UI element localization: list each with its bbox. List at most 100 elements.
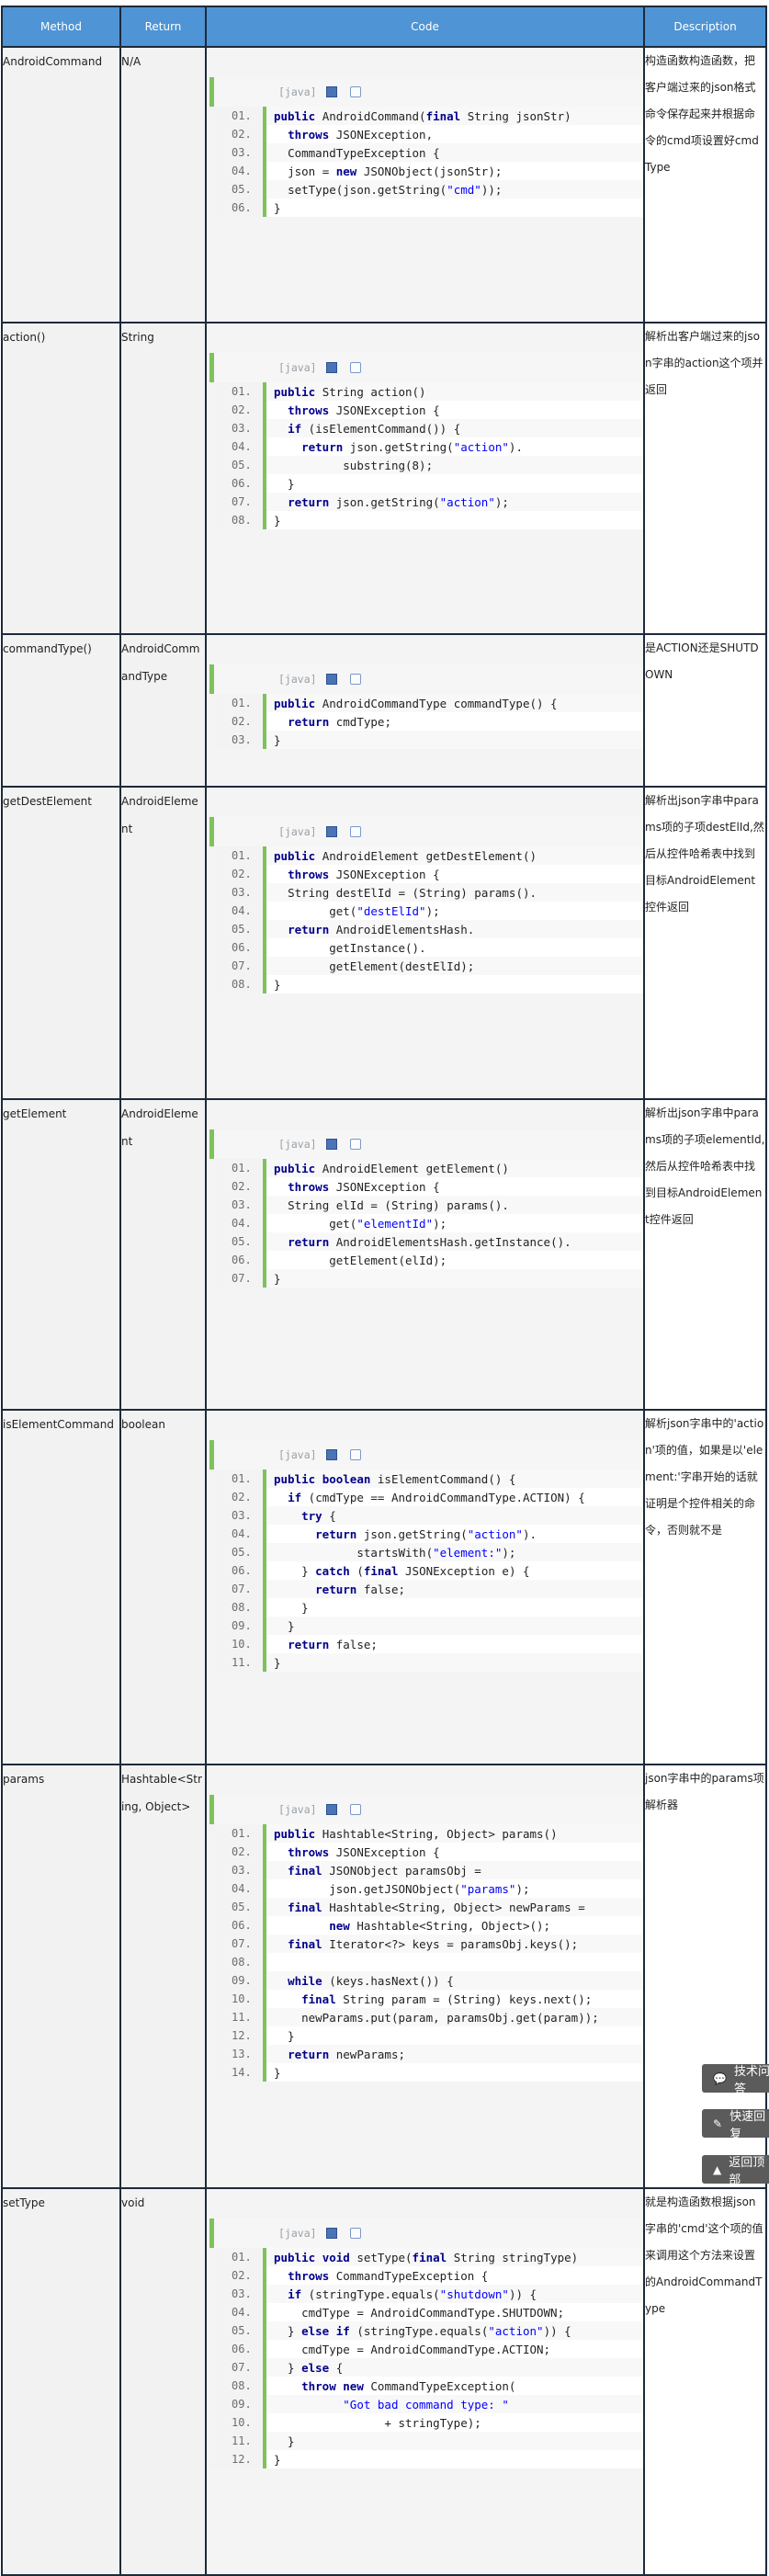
code-language-label: [java]: [278, 825, 317, 838]
view-plain-icon[interactable]: [325, 362, 337, 373]
view-plain-icon[interactable]: [325, 86, 337, 97]
line-number: 06.: [209, 1916, 266, 1935]
line-number: 01.: [209, 1470, 266, 1488]
code-line: 04. get("elementId");: [209, 1214, 643, 1232]
line-number: 04.: [209, 1879, 266, 1898]
float-button-2[interactable]: ✎ 快速回复: [702, 2109, 769, 2141]
return-cell: AndroidElement: [119, 1098, 207, 1411]
api-table: Method Return Code Description AndroidCo…: [1, 6, 767, 2576]
code-line: 06. cmdType = AndroidCommandType.ACTION;: [209, 2340, 643, 2358]
code-text: } else if (stringType.equals("action")) …: [274, 2323, 571, 2338]
line-number: 02.: [209, 401, 266, 419]
line-number: 12.: [209, 2450, 266, 2468]
line-number: 06.: [209, 1561, 266, 1580]
code-text: final String param = (String) keys.next(…: [301, 1992, 593, 2006]
code-block: [java] 01. public AndroidElement getDestEl…: [209, 817, 643, 993]
code-line: 05. return AndroidElementsHash.: [209, 920, 643, 938]
code-line: 08.: [209, 1953, 643, 1971]
code-line: 07. return json.getString("action");: [209, 493, 643, 511]
copy-icon[interactable]: [349, 362, 361, 373]
code-text: final Hashtable<String, Object> newParam…: [288, 1900, 585, 1914]
return-cell: N/A: [119, 46, 207, 323]
return-cell: Hashtable<String, Object>: [119, 1764, 207, 2189]
copy-icon[interactable]: [349, 1449, 361, 1460]
method-cell: commandType(): [1, 633, 121, 788]
copy-icon[interactable]: [349, 1139, 361, 1150]
code-text: return false;: [288, 1637, 378, 1651]
code-cell: [java] 01. public AndroidElement getElemen…: [205, 1098, 645, 1411]
code-line: 03. if (isElementCommand()) {: [209, 419, 643, 437]
return-cell: AndroidElement: [119, 786, 207, 1100]
code-toolbar: [java]: [209, 77, 643, 107]
code-text: if (cmdType == AndroidCommandType.ACTION…: [288, 1490, 585, 1504]
code-line: 07. return false;: [209, 1580, 643, 1598]
code-cell: [java] 01. public void setType(final Strin…: [205, 2187, 645, 2576]
code-line: 06. getElement(elId);: [209, 1251, 643, 1269]
code-toolbar: [java]: [209, 353, 643, 382]
code-cell: [java] 01. public AndroidElement getDestEl…: [205, 786, 645, 1100]
line-number: 02.: [209, 125, 266, 143]
code-text: try {: [301, 1508, 336, 1523]
header-return: Return: [119, 6, 207, 48]
code-text: if (isElementCommand()) {: [288, 421, 461, 436]
code-line: 04. json.getJSONObject("params");: [209, 1879, 643, 1898]
view-plain-icon[interactable]: [325, 826, 337, 837]
code-block: [java] 01. public AndroidElement getElemen…: [209, 1129, 643, 1288]
code-line: 11. newParams.put(param, paramsObj.get(p…: [209, 2008, 643, 2026]
view-plain-icon[interactable]: [325, 1139, 337, 1150]
float-button-label: 快速回复: [729, 2109, 766, 2141]
code-line: 11. }: [209, 2432, 643, 2450]
line-number: 09.: [209, 1617, 266, 1635]
float-button-3[interactable]: ▲ 返回顶部: [702, 2155, 769, 2187]
view-plain-icon[interactable]: [325, 1804, 337, 1815]
code-text: throw new CommandTypeException(: [301, 2378, 516, 2393]
line-number: 01.: [209, 1159, 266, 1177]
code-line: 01. public boolean isElementCommand() {: [209, 1470, 643, 1488]
line-number: 07.: [209, 1269, 266, 1288]
copy-icon[interactable]: [349, 2228, 361, 2239]
line-number: 11.: [209, 1653, 266, 1672]
line-number: 08.: [209, 1953, 266, 1971]
copy-icon[interactable]: [349, 86, 361, 97]
code-block: [java] 01. public boolean isElementCommand…: [209, 1440, 643, 1672]
line-number: 04.: [209, 162, 266, 180]
code-line: 03. try {: [209, 1506, 643, 1525]
code-text: public AndroidCommand(final String jsonS…: [274, 108, 571, 123]
view-plain-icon[interactable]: [325, 1449, 337, 1460]
code-line: 01. public Hashtable<String, Object> para…: [209, 1824, 643, 1843]
line-number: 02.: [209, 2266, 266, 2285]
code-line: 03. if (stringType.equals("shutdown")) {: [209, 2285, 643, 2303]
code-text: while (keys.hasNext()) {: [288, 1973, 454, 1988]
copy-icon[interactable]: [349, 674, 361, 685]
line-number: 09.: [209, 2395, 266, 2413]
method-cell: getDestElement: [1, 786, 121, 1100]
arrow-up-icon: ▲: [713, 2162, 722, 2176]
code-line: 01. public AndroidElement getElement(): [209, 1159, 643, 1177]
line-number: 06.: [209, 938, 266, 957]
code-toolbar: [java]: [209, 1795, 643, 1824]
copy-icon[interactable]: [349, 1804, 361, 1815]
line-number: 04.: [209, 1214, 266, 1232]
float-button-1[interactable]: 💬 技术问答: [702, 2064, 769, 2096]
view-plain-icon[interactable]: [325, 2228, 337, 2239]
code-line: 08.}: [209, 511, 643, 529]
view-plain-icon[interactable]: [325, 674, 337, 685]
line-number: 01.: [209, 694, 266, 712]
code-text: substring(8);: [343, 458, 434, 472]
code-text: get("destElId");: [329, 903, 440, 918]
line-number: 08.: [209, 975, 266, 993]
code-line: 03. String elId = (String) params().: [209, 1196, 643, 1214]
code-text: final JSONObject paramsObj =: [288, 1863, 481, 1878]
line-number: 13.: [209, 2045, 266, 2063]
code-line: 07. getElement(destElId);: [209, 957, 643, 975]
method-cell: AndroidCommand: [1, 46, 121, 323]
code-line: 01. public void setType(final String stri…: [209, 2248, 643, 2266]
code-line: 04. get("destElId");: [209, 902, 643, 920]
code-text: getElement(destElId);: [329, 959, 475, 973]
line-number: 11.: [209, 2008, 266, 2026]
code-block: [java] 01. public void setType(final Strin…: [209, 2219, 643, 2468]
line-number: 08.: [209, 1598, 266, 1617]
copy-icon[interactable]: [349, 826, 361, 837]
description-cell: 构造函数构造函数，把客户端过来的json格式命令保存起来并根据命令的cmd项设置…: [643, 46, 767, 323]
code-line: 13. return newParams;: [209, 2045, 643, 2063]
